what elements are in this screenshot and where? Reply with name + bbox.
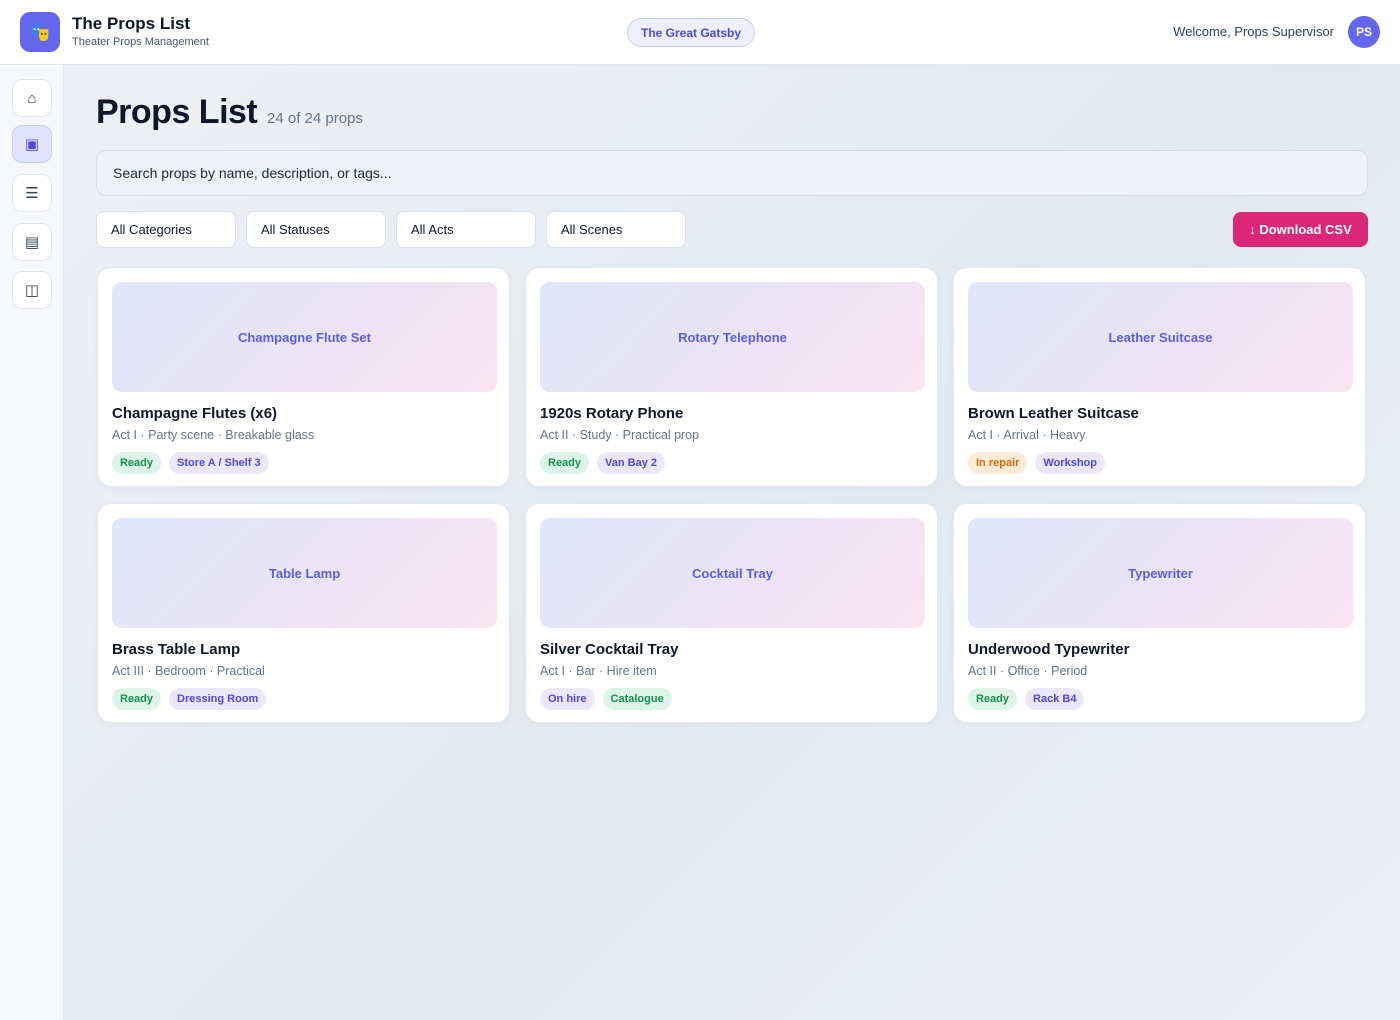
prop-meta: Act II · Study · Practical prop <box>540 428 700 442</box>
user-avatar[interactable]: PS <box>1348 16 1380 48</box>
table-icon: ▤ <box>24 234 40 251</box>
download-csv-button[interactable]: ↓ Download CSV <box>1233 212 1368 247</box>
location-badge: Van Bay 2 <box>597 452 666 474</box>
status-badge: On hire <box>540 688 595 710</box>
app-header: The Props List Theater Props Management … <box>0 0 1400 65</box>
columns-icon: ◫ <box>24 282 40 299</box>
prop-image: Leather Suitcase <box>968 282 1353 392</box>
prop-card[interactable]: Typewriter Underwood Typewriter Act II ·… <box>953 503 1366 723</box>
theater-masks-icon <box>31 24 49 42</box>
brand: The Props List Theater Props Management <box>72 14 209 49</box>
sidebar-item-home[interactable]: ⌂ <box>12 79 52 117</box>
prop-image: Rotary Telephone <box>540 282 925 392</box>
props-count: 24 of 24 props <box>267 110 363 127</box>
filter-scene[interactable]: All Scenes <box>546 211 686 248</box>
status-badge: Ready <box>540 452 590 474</box>
main-content: Props List 24 of 24 props All Categories… <box>64 65 1400 1020</box>
prop-tags: Ready Store A / Shelf 3 <box>112 452 269 474</box>
sidebar-item-table[interactable]: ▤ <box>12 223 52 261</box>
prop-title: Silver Cocktail Tray <box>540 641 679 658</box>
app-logo[interactable] <box>20 12 60 52</box>
prop-meta: Act II · Office · Period <box>968 664 1088 678</box>
prop-title: Underwood Typewriter <box>968 641 1130 658</box>
prop-card[interactable]: Leather Suitcase Brown Leather Suitcase … <box>953 267 1366 487</box>
prop-image: Typewriter <box>968 518 1353 628</box>
show-selector[interactable]: The Great Gatsby <box>627 18 756 47</box>
prop-meta: Act I · Arrival · Heavy <box>968 428 1086 442</box>
prop-card[interactable]: Rotary Telephone 1920s Rotary Phone Act … <box>525 267 938 487</box>
brand-title: The Props List <box>72 14 191 33</box>
status-badge: Ready <box>112 688 162 710</box>
prop-tags: On hire Catalogue <box>540 688 672 710</box>
list-icon: ☰ <box>25 185 39 202</box>
sidebar-item-props[interactable]: ▣ <box>12 125 52 163</box>
status-badge: Ready <box>968 688 1018 710</box>
prop-card[interactable]: Champagne Flute Set Champagne Flutes (x6… <box>97 267 510 487</box>
location-badge: Catalogue <box>602 688 672 710</box>
prop-tags: Ready Rack B4 <box>968 688 1085 710</box>
filter-category[interactable]: All Categories <box>96 211 236 248</box>
location-badge: Rack B4 <box>1025 688 1085 710</box>
home-icon: ⌂ <box>27 89 37 107</box>
sidebar: ⌂ ▣ ☰ ▤ ◫ <box>0 65 64 1020</box>
location-badge: Dressing Room <box>169 688 267 710</box>
prop-title: Brown Leather Suitcase <box>968 405 1139 422</box>
prop-card[interactable]: Table Lamp Brass Table Lamp Act III · Be… <box>97 503 510 723</box>
sidebar-item-columns[interactable]: ◫ <box>12 271 52 309</box>
welcome-text: Welcome, Props Supervisor <box>1173 24 1334 39</box>
location-badge: Store A / Shelf 3 <box>169 452 269 474</box>
prop-meta: Act I · Bar · Hire item <box>540 664 657 678</box>
filter-status[interactable]: All Statuses <box>246 211 386 248</box>
prop-image: Table Lamp <box>112 518 497 628</box>
prop-meta: Act I · Party scene · Breakable glass <box>112 428 315 442</box>
prop-title: Champagne Flutes (x6) <box>112 405 278 422</box>
status-badge: Ready <box>112 452 162 474</box>
brand-subtitle: Theater Props Management <box>72 36 209 48</box>
prop-tags: Ready Dressing Room <box>112 688 267 710</box>
prop-tags: In repair Workshop <box>968 452 1105 474</box>
prop-title: Brass Table Lamp <box>112 641 241 658</box>
search-input[interactable] <box>96 150 1368 196</box>
prop-card[interactable]: Cocktail Tray Silver Cocktail Tray Act I… <box>525 503 938 723</box>
prop-title: 1920s Rotary Phone <box>540 405 684 422</box>
filter-act[interactable]: All Acts <box>396 211 536 248</box>
prop-image: Champagne Flute Set <box>112 282 497 392</box>
prop-tags: Ready Van Bay 2 <box>540 452 666 474</box>
prop-image: Cocktail Tray <box>540 518 925 628</box>
grid-icon: ▣ <box>24 136 40 153</box>
page-title: Props List <box>96 93 258 131</box>
prop-meta: Act III · Bedroom · Practical <box>112 664 265 678</box>
status-badge: In repair <box>968 452 1028 474</box>
location-badge: Workshop <box>1035 452 1105 474</box>
sidebar-item-list[interactable]: ☰ <box>12 174 52 212</box>
